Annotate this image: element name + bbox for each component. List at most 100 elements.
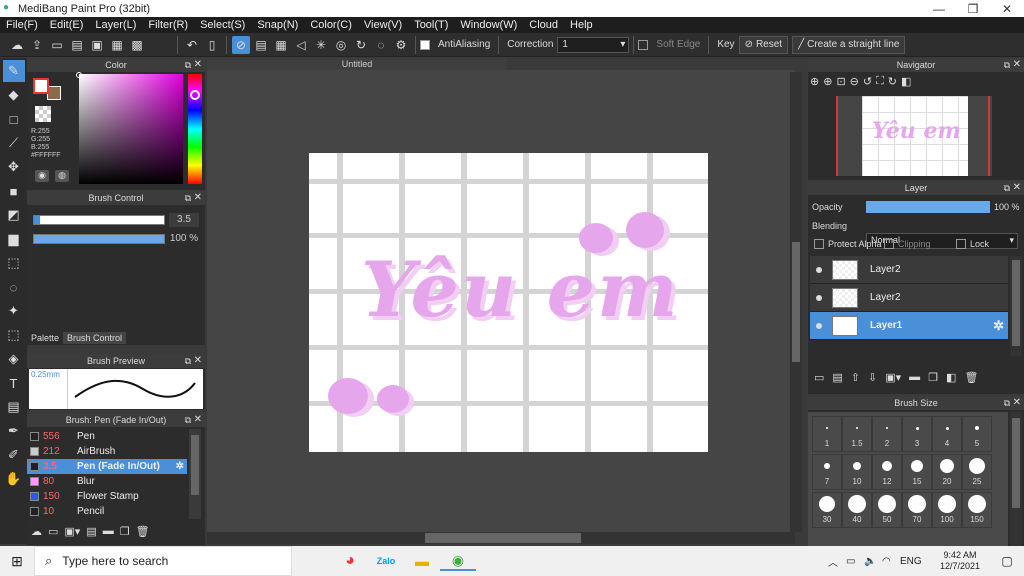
select-eraser-tool-icon[interactable]: ◈ — [3, 348, 25, 370]
file-explorer-icon[interactable]: ▬ — [404, 553, 440, 569]
clipping-toggle[interactable]: Clipping — [884, 239, 931, 249]
save-icon[interactable]: ▣ — [88, 36, 106, 54]
menu-view[interactable]: View(V) — [358, 19, 408, 31]
layer-scrollbar[interactable] — [1010, 256, 1022, 356]
snap-vanish-icon[interactable]: ◁ — [292, 36, 310, 54]
scroll-thumb[interactable] — [191, 435, 199, 495]
lock-checkbox[interactable] — [956, 239, 966, 249]
select-tool-icon[interactable]: ⬚ — [3, 252, 25, 274]
menu-tool[interactable]: Tool(T) — [408, 19, 454, 31]
brush-size-option[interactable]: 12 — [872, 454, 902, 490]
brush-size-option[interactable]: 20 — [932, 454, 962, 490]
brush-size-option[interactable]: 1.5 — [842, 416, 872, 452]
divide-tool-icon[interactable]: ▤ — [3, 396, 25, 418]
navigator-view[interactable]: Yêu em — [836, 96, 992, 176]
tab-palette[interactable]: Palette — [27, 332, 64, 344]
close-icon[interactable]: ✕ — [194, 413, 202, 427]
float-icon[interactable]: ⧉ — [185, 58, 191, 72]
straight-line-button[interactable]: ╱ Create a straight line — [792, 35, 906, 54]
zalo-icon[interactable]: Zalo — [368, 556, 404, 566]
snap-cross-icon[interactable]: ▦ — [272, 36, 290, 54]
layer-row[interactable]: Layer1 ✲ — [810, 312, 1008, 340]
bucket-tool-icon[interactable]: ◩ — [3, 204, 25, 226]
brush-opacity-slider[interactable] — [33, 234, 165, 244]
brush-size-option[interactable]: 4 — [932, 416, 962, 452]
snap-settings-icon[interactable]: ⚙ — [392, 36, 410, 54]
horizontal-scrollbar[interactable] — [207, 532, 795, 544]
magic-wand-tool-icon[interactable]: ✦ — [3, 300, 25, 322]
scroll-thumb[interactable] — [792, 242, 800, 362]
brush-size-option[interactable]: 25 — [962, 454, 992, 490]
brush-size-slider[interactable] — [33, 215, 165, 225]
share-icon[interactable]: ⇪ — [28, 36, 46, 54]
background-color-swatch[interactable] — [47, 86, 61, 100]
scroll-thumb[interactable] — [1012, 260, 1020, 346]
tab-brush-control[interactable]: Brush Control — [63, 332, 127, 344]
chevron-up-icon[interactable]: ︿ — [828, 554, 846, 569]
brush-size-value[interactable]: 3.5 — [169, 213, 199, 227]
taskbar-search-box[interactable]: ⌕ Type here to search — [34, 546, 292, 576]
saturation-value-picker[interactable] — [79, 74, 183, 184]
snap-ellipse-icon[interactable]: ◌ — [372, 36, 390, 54]
new-layer-icon[interactable]: ▭ — [814, 371, 824, 384]
visibility-icon[interactable] — [816, 266, 822, 273]
duplicate-icon[interactable]: ❐ — [120, 525, 130, 538]
layer-row[interactable]: Layer2 — [810, 256, 1008, 284]
brush-size-option[interactable]: 2 — [872, 416, 902, 452]
scroll-thumb[interactable] — [425, 533, 581, 543]
hand-tool-icon[interactable]: ✋ — [3, 468, 25, 490]
undo-icon[interactable]: ↶ — [183, 36, 201, 54]
close-icon[interactable]: ✕ — [1013, 181, 1021, 195]
transparent-swatch[interactable] — [35, 106, 51, 122]
language-indicator[interactable]: ENG — [900, 556, 930, 567]
gradient-tool-icon[interactable]: ▆ — [3, 228, 25, 250]
duplicate-icon[interactable]: ❐ — [928, 371, 938, 384]
zoom-out-icon[interactable]: ⊖ — [850, 75, 859, 88]
brush-size-option[interactable]: 7 — [812, 454, 842, 490]
brush-item-pencil[interactable]: 10 Pencil — [27, 504, 187, 519]
move-tool-icon[interactable]: ✥ — [3, 156, 25, 178]
brush-size-scrollbar[interactable] — [1010, 412, 1022, 546]
brush-list-scrollbar[interactable] — [189, 429, 201, 519]
text-tool-icon[interactable]: T — [3, 372, 25, 394]
palette-icon[interactable]: ◉ — [35, 170, 49, 182]
protect-alpha-checkbox[interactable] — [814, 239, 824, 249]
layer-row[interactable]: Layer2 — [810, 284, 1008, 312]
foreground-color-swatch[interactable] — [33, 78, 49, 94]
trash-icon[interactable]: 🗑 — [964, 371, 978, 384]
fill-rect-tool-icon[interactable]: ■ — [3, 180, 25, 202]
brush-size-option[interactable]: 70 — [902, 492, 932, 528]
flip-icon[interactable]: ◧ — [901, 75, 911, 88]
rotate-left-icon[interactable]: ↺ — [863, 75, 872, 88]
wifi-icon[interactable]: ◠ — [882, 556, 900, 567]
dot-tool-icon[interactable]: □ — [3, 108, 25, 130]
brush-size-option[interactable]: 15 — [902, 454, 932, 490]
grid-icon[interactable]: ▦ — [108, 36, 126, 54]
folder-icon[interactable]: ▬ — [103, 525, 114, 538]
menu-help[interactable]: Help — [564, 19, 599, 31]
eraser-tool-icon[interactable]: ◆ — [3, 84, 25, 106]
reset-button[interactable]: ⊘ Reset — [738, 35, 789, 54]
eyedropper2-tool-icon[interactable]: ✐ — [3, 444, 25, 466]
brush-size-option[interactable]: 3 — [902, 416, 932, 452]
new-halftone-layer-icon[interactable]: ▤ — [832, 371, 842, 384]
menu-snap[interactable]: Snap(N) — [251, 19, 304, 31]
windows-start-icon[interactable]: ⊞ — [0, 553, 34, 570]
lock-toggle[interactable]: Lock — [956, 239, 989, 249]
move-up-icon[interactable]: ⇧ — [851, 371, 860, 384]
menu-filter[interactable]: Filter(R) — [142, 19, 194, 31]
lasso-tool-icon[interactable]: ◌ — [3, 276, 25, 298]
layer-menu-icon[interactable]: ▣▾ — [885, 371, 901, 384]
brush-size-option[interactable]: 50 — [872, 492, 902, 528]
menu-window[interactable]: Window(W) — [454, 19, 523, 31]
brush-tool-icon[interactable]: ✎ — [2, 60, 25, 82]
move-down-icon[interactable]: ⇩ — [868, 371, 877, 384]
clock[interactable]: 9:42 AM 12/7/2021 — [930, 550, 990, 572]
snap-radial-icon[interactable]: ✳ — [312, 36, 330, 54]
zoom-in-icon[interactable]: ⊕ — [810, 75, 819, 88]
maximize-button[interactable]: ❐ — [956, 2, 990, 16]
brush-size-option[interactable]: 150 — [962, 492, 992, 528]
merge-icon[interactable]: ◧ — [946, 371, 956, 384]
menu-cloud[interactable]: Cloud — [523, 19, 564, 31]
float-icon[interactable]: ⧉ — [185, 191, 191, 205]
